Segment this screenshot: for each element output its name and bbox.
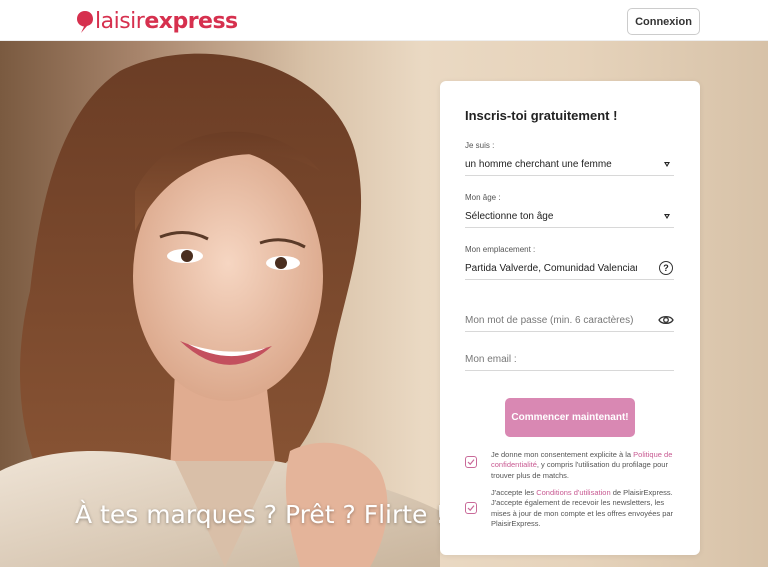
password-placeholder: Mon mot de passe (min. 6 caractères) (465, 315, 634, 326)
caret-down-icon (664, 162, 670, 167)
eye-icon[interactable] (658, 314, 674, 326)
header: laisirexpress Connexion (0, 0, 768, 41)
email-input[interactable]: Mon email : (465, 349, 674, 371)
privacy-consent-text: Je donne mon consentement explicite à la… (491, 450, 675, 481)
logo-text: laisirexpress (95, 9, 238, 34)
terms-consent-checkbox[interactable] (465, 502, 477, 514)
form-title: Inscris-toi gratuitement ! (465, 108, 618, 123)
help-icon[interactable]: ? (659, 261, 673, 275)
consent2-before: J'accepte les (491, 488, 537, 497)
gender-select[interactable]: un homme cherchant une femme (465, 154, 674, 176)
age-value: Sélectionne ton âge (465, 211, 554, 222)
terms-consent: J'accepte les Conditions d'utilisation d… (465, 488, 675, 529)
login-button[interactable]: Connexion (627, 8, 700, 35)
age-select[interactable]: Sélectionne ton âge (465, 206, 674, 228)
signup-form: Inscris-toi gratuitement ! Je suis : un … (440, 81, 700, 555)
location-label: Mon emplacement : (465, 245, 536, 254)
logo-suffix: express (144, 8, 238, 34)
privacy-consent: Je donne mon consentement explicite à la… (465, 450, 675, 481)
gender-label: Je suis : (465, 141, 495, 150)
chat-bubble-logo-icon (76, 10, 94, 33)
logo-prefix: laisir (95, 8, 145, 34)
caret-down-icon (664, 214, 670, 219)
check-icon (467, 505, 475, 512)
location-input[interactable]: Partida Valverde, Comunidad Valenciana, … (465, 258, 674, 280)
privacy-consent-checkbox[interactable] (465, 456, 477, 468)
check-icon (467, 459, 475, 466)
terms-link[interactable]: Conditions d'utilisation (536, 488, 610, 497)
age-label: Mon âge : (465, 193, 501, 202)
password-input[interactable]: Mon mot de passe (min. 6 caractères) (465, 310, 674, 332)
terms-consent-text: J'accepte les Conditions d'utilisation d… (491, 488, 675, 529)
hero-tagline: À tes marques ? Prêt ? Flirte ! (75, 500, 446, 529)
consent1-before: Je donne mon consentement explicite à la (491, 450, 634, 459)
hero-photo (0, 53, 440, 567)
gender-value: un homme cherchant une femme (465, 159, 612, 170)
logo[interactable]: laisirexpress (76, 7, 238, 35)
location-value: Partida Valverde, Comunidad Valenciana, … (465, 263, 637, 274)
email-placeholder: Mon email : (465, 354, 517, 365)
start-now-button[interactable]: Commencer maintenant! (505, 398, 635, 437)
